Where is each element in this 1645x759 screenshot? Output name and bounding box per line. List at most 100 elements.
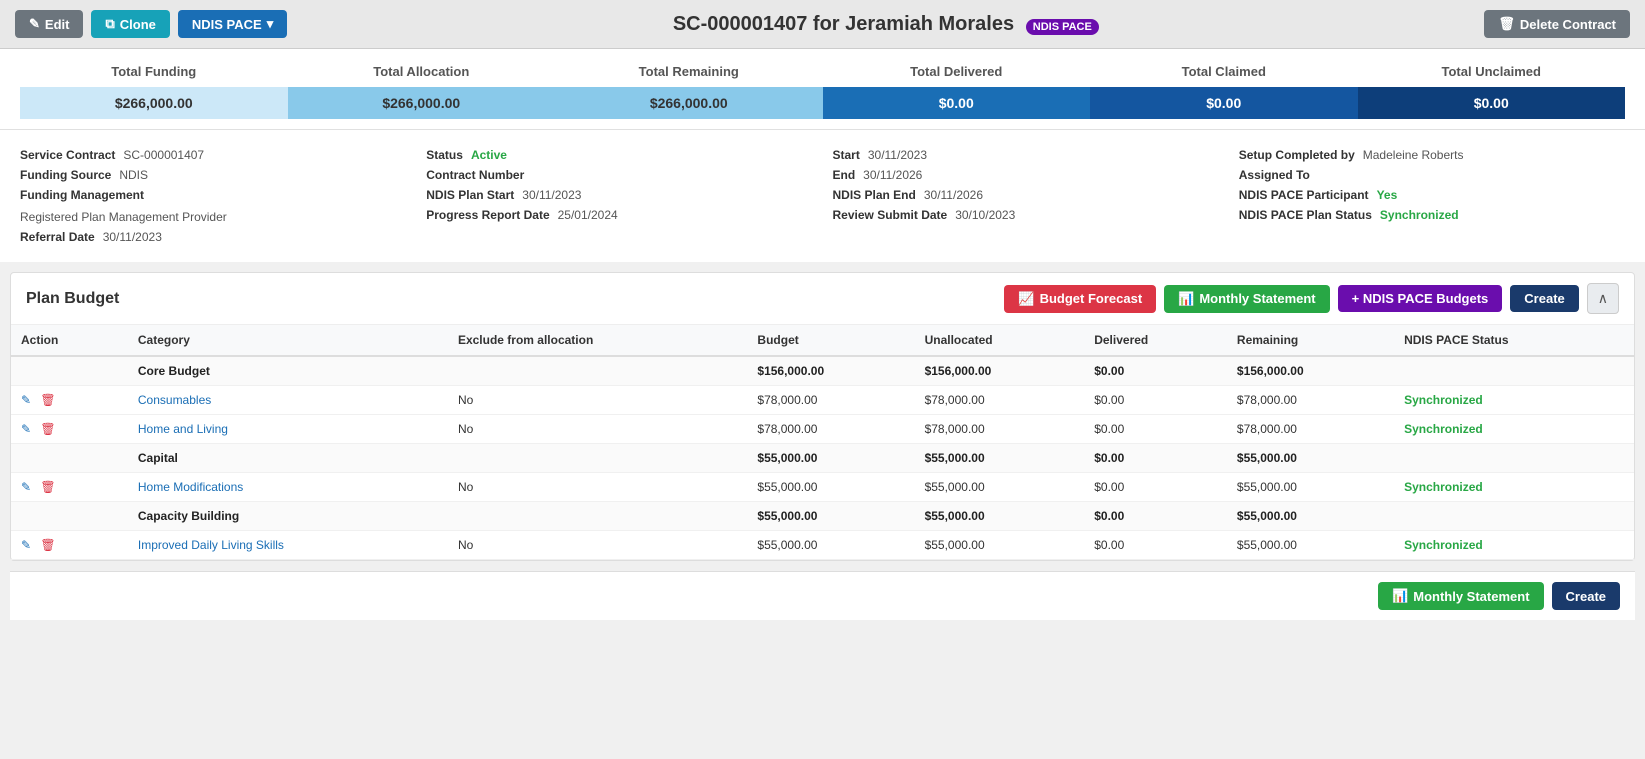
ndis-pace-badge: NDIS PACE bbox=[1026, 19, 1099, 35]
category-remaining-cell: $55,000.00 bbox=[1227, 502, 1394, 531]
item-delivered-cell: $0.00 bbox=[1084, 531, 1227, 560]
review-submit-value: 30/10/2023 bbox=[955, 208, 1015, 222]
item-unallocated-cell: $78,000.00 bbox=[915, 386, 1085, 415]
setup-completed-row: Setup Completed by Madeleine Roberts bbox=[1239, 145, 1625, 165]
summary-section: Total Funding Total Allocation Total Rem… bbox=[0, 49, 1645, 129]
total-unclaimed-header: Total Unclaimed bbox=[1358, 64, 1626, 79]
ndis-plan-start-row: NDIS Plan Start 30/11/2023 bbox=[426, 185, 812, 205]
col-ndis-pace-status: NDIS PACE Status bbox=[1394, 325, 1634, 356]
col-action: Action bbox=[11, 325, 128, 356]
page-title: SC-000001407 for Jeramiah Morales bbox=[673, 13, 1014, 35]
status-value: Active bbox=[471, 148, 507, 162]
delete-row-icon[interactable]: 🗑 bbox=[40, 480, 55, 494]
category-delivered-cell: $0.00 bbox=[1084, 444, 1227, 473]
setup-completed-label: Setup Completed by bbox=[1239, 148, 1355, 162]
item-delivered-cell: $0.00 bbox=[1084, 386, 1227, 415]
col-delivered: Delivered bbox=[1084, 325, 1227, 356]
total-funding-value: $266,000.00 bbox=[20, 87, 288, 119]
plan-budget-table: Action Category Exclude from allocation … bbox=[11, 325, 1634, 560]
start-label: Start bbox=[833, 148, 860, 162]
delete-row-icon[interactable]: 🗑 bbox=[40, 422, 55, 436]
item-action-cell: ✎ 🗑 bbox=[11, 386, 128, 415]
table-row: ✎ 🗑 Home Modifications No $55,000.00 $55… bbox=[11, 473, 1634, 502]
item-action-cell: ✎ 🗑 bbox=[11, 531, 128, 560]
table-header-row: Action Category Exclude from allocation … bbox=[11, 325, 1634, 356]
edit-row-icon[interactable]: ✎ bbox=[21, 422, 31, 436]
funding-source-value: NDIS bbox=[119, 168, 148, 182]
category-name-cell: Capacity Building bbox=[128, 502, 448, 531]
item-delivered-cell: $0.00 bbox=[1084, 415, 1227, 444]
table-category-row: Capacity Building $55,000.00 $55,000.00 … bbox=[11, 502, 1634, 531]
plan-budget-header: Plan Budget 📈 Budget Forecast 📊 Monthly … bbox=[11, 273, 1634, 325]
plan-budget-title: Plan Budget bbox=[26, 290, 119, 308]
ndis-plan-start-value: 30/11/2023 bbox=[522, 188, 581, 202]
collapse-button[interactable]: ∧ bbox=[1587, 283, 1619, 314]
category-status-cell bbox=[1394, 502, 1634, 531]
funding-source-row: Funding Source NDIS bbox=[20, 165, 406, 185]
plan-budget-actions: 📈 Budget Forecast 📊 Monthly Statement + … bbox=[1004, 283, 1619, 314]
category-budget-cell: $55,000.00 bbox=[747, 502, 914, 531]
item-status-cell: Synchronized bbox=[1394, 386, 1634, 415]
total-remaining-value: $266,000.00 bbox=[555, 87, 823, 119]
ndis-pace-participant-label: NDIS PACE Participant bbox=[1239, 188, 1369, 202]
bar-chart-icon: 📊 bbox=[1178, 291, 1194, 307]
ndis-pace-button[interactable]: NDIS PACE ▾ bbox=[178, 10, 287, 38]
delete-row-icon[interactable]: 🗑 bbox=[40, 393, 55, 407]
item-unallocated-cell: $78,000.00 bbox=[915, 415, 1085, 444]
end-row: End 30/11/2026 bbox=[833, 165, 1219, 185]
ndis-pace-budgets-button[interactable]: + NDIS PACE Budgets bbox=[1338, 285, 1503, 312]
create-button[interactable]: Create bbox=[1510, 285, 1578, 312]
referral-date-value: 30/11/2023 bbox=[103, 230, 162, 244]
bottom-create-button[interactable]: Create bbox=[1552, 582, 1620, 610]
item-budget-cell: $78,000.00 bbox=[747, 386, 914, 415]
plan-budget-section: Plan Budget 📈 Budget Forecast 📊 Monthly … bbox=[10, 272, 1635, 561]
item-status-cell: Synchronized bbox=[1394, 473, 1634, 502]
category-exclude-cell bbox=[448, 502, 747, 531]
total-claimed-value: $0.00 bbox=[1090, 87, 1358, 119]
edit-row-icon[interactable]: ✎ bbox=[21, 538, 31, 552]
delete-row-icon[interactable]: 🗑 bbox=[40, 538, 55, 552]
item-unallocated-cell: $55,000.00 bbox=[915, 473, 1085, 502]
edit-row-icon[interactable]: ✎ bbox=[21, 393, 31, 407]
total-delivered-header: Total Delivered bbox=[823, 64, 1091, 79]
item-delivered-cell: $0.00 bbox=[1084, 473, 1227, 502]
review-submit-label: Review Submit Date bbox=[833, 208, 948, 222]
item-category-cell: Consumables bbox=[128, 386, 448, 415]
assigned-to-row: Assigned To bbox=[1239, 165, 1625, 185]
service-contract-label: Service Contract bbox=[20, 148, 115, 162]
bottom-monthly-statement-button[interactable]: 📊 Monthly Statement bbox=[1378, 582, 1543, 610]
table-category-row: Capital $55,000.00 $55,000.00 $0.00 $55,… bbox=[11, 444, 1634, 473]
ndis-pace-participant-value: Yes bbox=[1377, 188, 1398, 202]
col-budget: Budget bbox=[747, 325, 914, 356]
summary-values: $266,000.00 $266,000.00 $266,000.00 $0.0… bbox=[20, 87, 1625, 119]
total-unclaimed-value: $0.00 bbox=[1358, 87, 1626, 119]
clone-button[interactable]: ⧉ Clone bbox=[91, 10, 169, 38]
total-remaining-header: Total Remaining bbox=[555, 64, 823, 79]
table-row: ✎ 🗑 Consumables No $78,000.00 $78,000.00… bbox=[11, 386, 1634, 415]
edit-button[interactable]: ✎ Edit bbox=[15, 10, 83, 38]
service-contract-value: SC-000001407 bbox=[123, 148, 204, 162]
total-claimed-header: Total Claimed bbox=[1090, 64, 1358, 79]
top-bar-center: SC-000001407 for Jeramiah Morales NDIS P… bbox=[287, 13, 1484, 36]
bottom-bar: 📊 Monthly Statement Create bbox=[10, 571, 1635, 620]
category-remaining-cell: $55,000.00 bbox=[1227, 444, 1394, 473]
monthly-statement-button[interactable]: 📊 Monthly Statement bbox=[1164, 285, 1329, 313]
category-budget-cell: $55,000.00 bbox=[747, 444, 914, 473]
col-remaining: Remaining bbox=[1227, 325, 1394, 356]
item-action-cell: ✎ 🗑 bbox=[11, 415, 128, 444]
category-unallocated-cell: $55,000.00 bbox=[915, 444, 1085, 473]
edit-row-icon[interactable]: ✎ bbox=[21, 480, 31, 494]
ndis-plan-end-label: NDIS Plan End bbox=[833, 188, 916, 202]
status-row: Status Active bbox=[426, 145, 812, 165]
budget-forecast-button[interactable]: 📈 Budget Forecast bbox=[1004, 285, 1156, 313]
delete-contract-button[interactable]: 🗑 Delete Contract bbox=[1484, 10, 1630, 38]
status-label: Status bbox=[426, 148, 463, 162]
trash-icon: 🗑 bbox=[1498, 16, 1515, 32]
end-label: End bbox=[833, 168, 856, 182]
ndis-pace-plan-status-label: NDIS PACE Plan Status bbox=[1239, 208, 1372, 222]
end-value: 30/11/2026 bbox=[863, 168, 922, 182]
col-unallocated: Unallocated bbox=[915, 325, 1085, 356]
col-exclude: Exclude from allocation bbox=[448, 325, 747, 356]
category-action-cell bbox=[11, 444, 128, 473]
item-remaining-cell: $55,000.00 bbox=[1227, 473, 1394, 502]
